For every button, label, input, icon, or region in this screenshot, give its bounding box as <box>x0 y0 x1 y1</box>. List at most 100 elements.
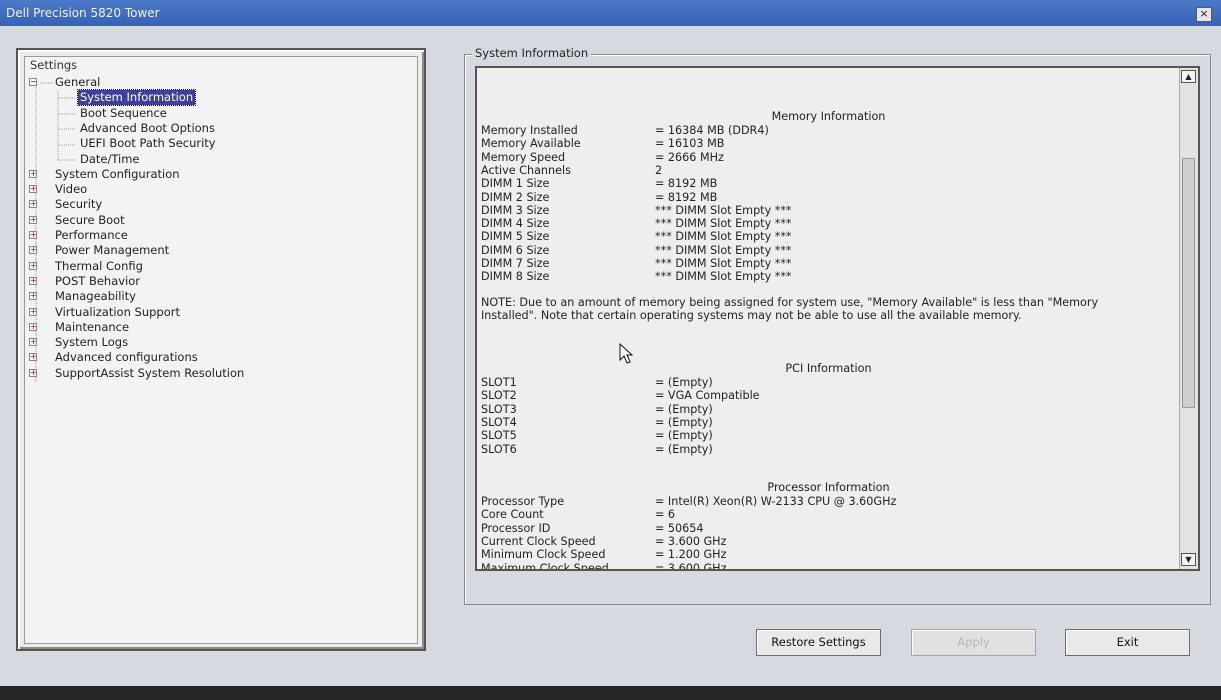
scroll-down-button[interactable]: ▼ <box>1181 553 1196 566</box>
tree-root-settings: Settings <box>30 58 78 72</box>
mouse-cursor-icon <box>619 343 634 364</box>
tree-item-label: System Configuration <box>55 166 180 181</box>
field-label: Core Count <box>481 508 544 522</box>
field-label: SLOT1 <box>481 376 517 389</box>
field-value: = 50654 <box>655 521 704 535</box>
field-label: DIMM 8 Size <box>481 270 550 284</box>
expand-icon[interactable]: + <box>29 292 37 301</box>
scroll-up-button[interactable]: ▲ <box>1181 70 1196 83</box>
field-label: Maximum Clock Speed <box>481 561 609 571</box>
tree-item-label: SupportAssist System Resolution <box>55 365 245 380</box>
field-label: DIMM 6 Size <box>481 243 550 257</box>
expand-icon[interactable]: + <box>29 231 37 239</box>
processor-section-title: Processor Information <box>767 481 890 494</box>
tree-item-label: Virtualization Support <box>55 304 181 319</box>
field-value: = 16103 MB <box>655 137 725 151</box>
field-label: Memory Available <box>481 137 581 151</box>
exit-button[interactable]: Exit <box>1065 629 1190 656</box>
field-label: Memory Speed <box>481 150 566 164</box>
tree-item-label: Manageability <box>55 289 136 304</box>
field-value: = 8192 MB <box>655 177 718 191</box>
field-label: Active Channels <box>481 163 571 177</box>
tree-item-label: Date/Time <box>80 151 140 166</box>
settings-tree-panel: Settings − General System Information Boot … <box>16 48 426 651</box>
expand-icon[interactable]: + <box>29 338 37 347</box>
field-value: = 2666 MHz <box>655 150 724 164</box>
field-value: *** DIMM Slot Empty *** <box>655 257 792 270</box>
field-label: SLOT5 <box>481 429 517 443</box>
field-label: DIMM 2 Size <box>481 190 550 204</box>
collapse-icon[interactable]: − <box>29 78 37 86</box>
expand-icon[interactable]: + <box>29 322 37 331</box>
close-button[interactable]: × <box>1196 7 1212 22</box>
expand-icon[interactable]: + <box>29 353 37 362</box>
field-label: Memory Installed <box>481 124 578 137</box>
field-label: DIMM 5 Size <box>481 230 550 244</box>
title-bar: Dell Precision 5820 Tower × <box>0 0 1221 26</box>
field-value: *** DIMM Slot Empty *** <box>655 230 792 244</box>
field-value: *** DIMM Slot Empty *** <box>655 217 792 231</box>
expand-icon[interactable]: + <box>29 276 37 285</box>
group-title: System Information <box>472 46 592 60</box>
system-information-content[interactable]: Memory Information NOTE: Due to an amoun… <box>475 66 1200 571</box>
field-value: = 1.200 GHz <box>655 548 727 562</box>
field-value: = VGA Compatible <box>655 389 760 403</box>
field-value: = (Empty) <box>655 442 713 456</box>
expand-icon[interactable]: + <box>29 215 37 224</box>
field-label: Current Clock Speed <box>481 534 596 548</box>
tree-item-label: Security <box>55 197 103 212</box>
expand-icon[interactable]: + <box>29 246 37 255</box>
tree-item-label: Boot Sequence <box>80 105 167 120</box>
expand-icon[interactable]: + <box>29 185 37 194</box>
field-label: DIMM 1 Size <box>481 177 550 191</box>
field-label: DIMM 7 Size <box>481 257 550 270</box>
field-value: = 3.600 GHz <box>655 534 727 548</box>
tree-item-label: Video <box>55 182 88 197</box>
field-label: SLOT6 <box>481 442 517 456</box>
field-value: = 16384 MB (DDR4) <box>655 124 769 137</box>
field-value: *** DIMM Slot Empty *** <box>655 270 792 284</box>
tree-item-label: General <box>55 75 101 89</box>
field-label: SLOT3 <box>481 402 517 416</box>
tree-item-label: Performance <box>55 228 128 242</box>
expand-icon[interactable]: + <box>29 307 37 316</box>
field-label: DIMM 4 Size <box>481 217 550 231</box>
tree-item-label: System Logs <box>55 335 129 350</box>
tree-item-label: UEFI Boot Path Security <box>80 136 216 151</box>
memory-note: NOTE: Due to an amount of memory being a… <box>481 296 1099 322</box>
tree-item-label: Maintenance <box>55 319 130 334</box>
expand-icon[interactable]: + <box>29 169 37 178</box>
field-label: Minimum Clock Speed <box>481 548 606 562</box>
tree-item-label: Advanced Boot Options <box>80 120 215 135</box>
scroll-thumb[interactable] <box>1182 158 1195 408</box>
field-label: SLOT4 <box>481 415 517 429</box>
expand-icon[interactable]: + <box>29 368 37 377</box>
vertical-scrollbar[interactable]: ▲ ▼ <box>1179 68 1198 569</box>
settings-tree: Settings − General System Information Boot … <box>24 56 418 644</box>
field-value: = Intel(R) Xeon(R) W-2133 CPU @ 3.60GHz <box>655 495 897 508</box>
field-value: = (Empty) <box>655 376 713 389</box>
tree-item-label: Secure Boot <box>55 212 125 227</box>
field-value: *** DIMM Slot Empty *** <box>655 203 792 217</box>
field-label: SLOT2 <box>481 389 517 403</box>
field-value: = (Empty) <box>655 415 713 429</box>
main-area: Settings − General System Information Boot … <box>0 26 1221 686</box>
window-title: Dell Precision 5820 Tower <box>6 6 160 20</box>
field-label: Processor Type <box>481 495 565 508</box>
field-value: = (Empty) <box>655 429 713 443</box>
field-value: *** DIMM Slot Empty *** <box>655 243 792 257</box>
field-value: = 3.600 GHz <box>655 561 727 571</box>
pci-section-title: PCI Information <box>785 362 872 375</box>
apply-button[interactable]: Apply <box>911 629 1036 656</box>
field-value: = (Empty) <box>655 402 713 416</box>
screen-bezel <box>0 686 1221 700</box>
memory-section-title: Memory Information <box>771 110 886 123</box>
expand-icon[interactable]: + <box>29 261 37 270</box>
tree-item-label: System Information <box>76 89 197 107</box>
tree-item-label: Advanced configurations <box>55 350 198 365</box>
tree-item-label: POST Behavior <box>55 273 141 288</box>
field-value: = 8192 MB <box>655 190 718 204</box>
restore-settings-button[interactable]: Restore Settings <box>756 629 881 656</box>
field-value: = 6 <box>655 508 676 522</box>
expand-icon[interactable]: + <box>29 200 37 209</box>
